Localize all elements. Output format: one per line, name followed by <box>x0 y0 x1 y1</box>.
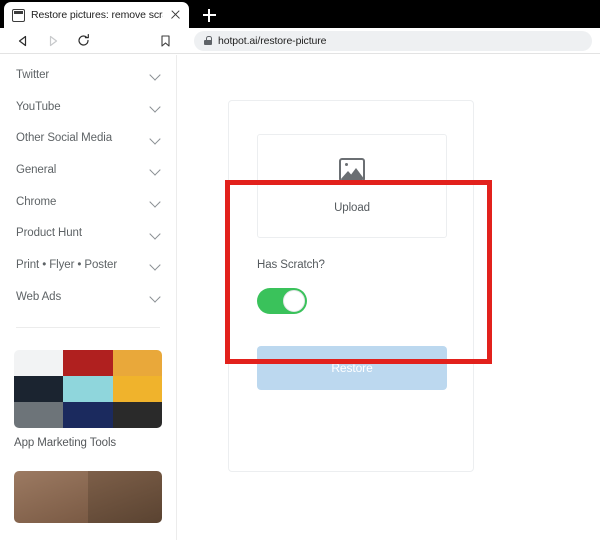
collage-tile <box>14 401 64 428</box>
promo-thumbnail <box>14 349 162 428</box>
collage-tile <box>63 401 113 428</box>
collage-tile <box>63 375 113 402</box>
collage-tile <box>14 375 64 402</box>
browser-toolbar: hotpot.ai/restore-picture <box>0 28 600 54</box>
sidebar-divider <box>16 326 160 328</box>
bookmark-icon[interactable] <box>150 29 180 53</box>
lock-icon <box>204 36 213 45</box>
sidebar-divider-vertical <box>176 55 177 540</box>
sidebar-item-label: Chrome <box>16 195 57 208</box>
sidebar-item-product-hunt[interactable]: Product Hunt <box>16 217 162 249</box>
collage-tile <box>63 349 113 376</box>
sidebar: Twitter YouTube Other Social Media Gener… <box>0 55 176 540</box>
photo-before <box>14 470 88 523</box>
reload-icon[interactable] <box>68 29 98 53</box>
upload-label: Upload <box>334 202 370 214</box>
chevron-down-icon <box>149 258 162 271</box>
chevron-down-icon <box>149 100 162 113</box>
photo-after <box>88 470 162 523</box>
before-after-photo-example[interactable] <box>14 470 162 523</box>
sidebar-item-other-social-media[interactable]: Other Social Media <box>16 122 162 154</box>
sidebar-item-label: YouTube <box>16 100 61 113</box>
address-bar[interactable]: hotpot.ai/restore-picture <box>194 30 592 51</box>
browser-tab[interactable]: Restore pictures: remove scratche <box>4 2 189 28</box>
chevron-down-icon <box>149 68 162 81</box>
restore-tool-card: Upload Has Scratch? Restore <box>228 100 474 472</box>
new-tab-button[interactable] <box>196 2 222 28</box>
sidebar-item-general[interactable]: General <box>16 154 162 186</box>
sidebar-item-web-ads[interactable]: Web Ads <box>16 281 162 313</box>
forward-arrow-icon <box>38 29 68 53</box>
back-arrow-icon[interactable] <box>8 29 38 53</box>
restore-button[interactable]: Restore <box>257 346 447 390</box>
has-scratch-label: Has Scratch? <box>257 259 325 271</box>
promo-card-app-marketing-tools[interactable]: App Marketing Tools <box>14 349 162 449</box>
sidebar-item-chrome[interactable]: Chrome <box>16 186 162 218</box>
main-content: Upload Has Scratch? Restore API Access <box>186 55 600 540</box>
upload-dropzone[interactable]: Upload <box>257 134 447 238</box>
sidebar-item-label: General <box>16 163 57 176</box>
has-scratch-toggle[interactable] <box>257 288 307 314</box>
collage-tile <box>112 375 162 402</box>
sidebar-item-label: Twitter <box>16 68 50 81</box>
sidebar-item-youtube[interactable]: YouTube <box>16 91 162 123</box>
chevron-down-icon <box>149 227 162 240</box>
chevron-down-icon <box>149 132 162 145</box>
sidebar-item-label: Print • Flyer • Poster <box>16 258 118 271</box>
browser-window-icon <box>12 8 25 22</box>
toggle-knob <box>283 290 305 312</box>
page-viewport: Twitter YouTube Other Social Media Gener… <box>0 55 600 540</box>
tab-strip: Restore pictures: remove scratche <box>0 0 600 28</box>
sidebar-item-twitter[interactable]: Twitter <box>16 59 162 91</box>
chevron-down-icon <box>149 290 162 303</box>
promo-label: App Marketing Tools <box>14 436 117 449</box>
sidebar-item-label: Product Hunt <box>16 227 82 240</box>
collage-tile <box>112 401 162 428</box>
collage-tile <box>112 349 162 376</box>
close-icon[interactable] <box>169 8 183 22</box>
sidebar-item-print-flyer-poster[interactable]: Print • Flyer • Poster <box>16 249 162 281</box>
image-placeholder-icon <box>339 158 365 182</box>
url-text: hotpot.ai/restore-picture <box>218 34 327 47</box>
chevron-down-icon <box>149 195 162 208</box>
tab-title: Restore pictures: remove scratche <box>31 9 163 21</box>
sidebar-item-label: Web Ads <box>16 290 62 303</box>
chevron-down-icon <box>149 163 162 176</box>
browser-window: Restore pictures: remove scratche <box>0 0 600 540</box>
collage-tile <box>14 349 64 376</box>
sidebar-item-label: Other Social Media <box>16 132 112 145</box>
